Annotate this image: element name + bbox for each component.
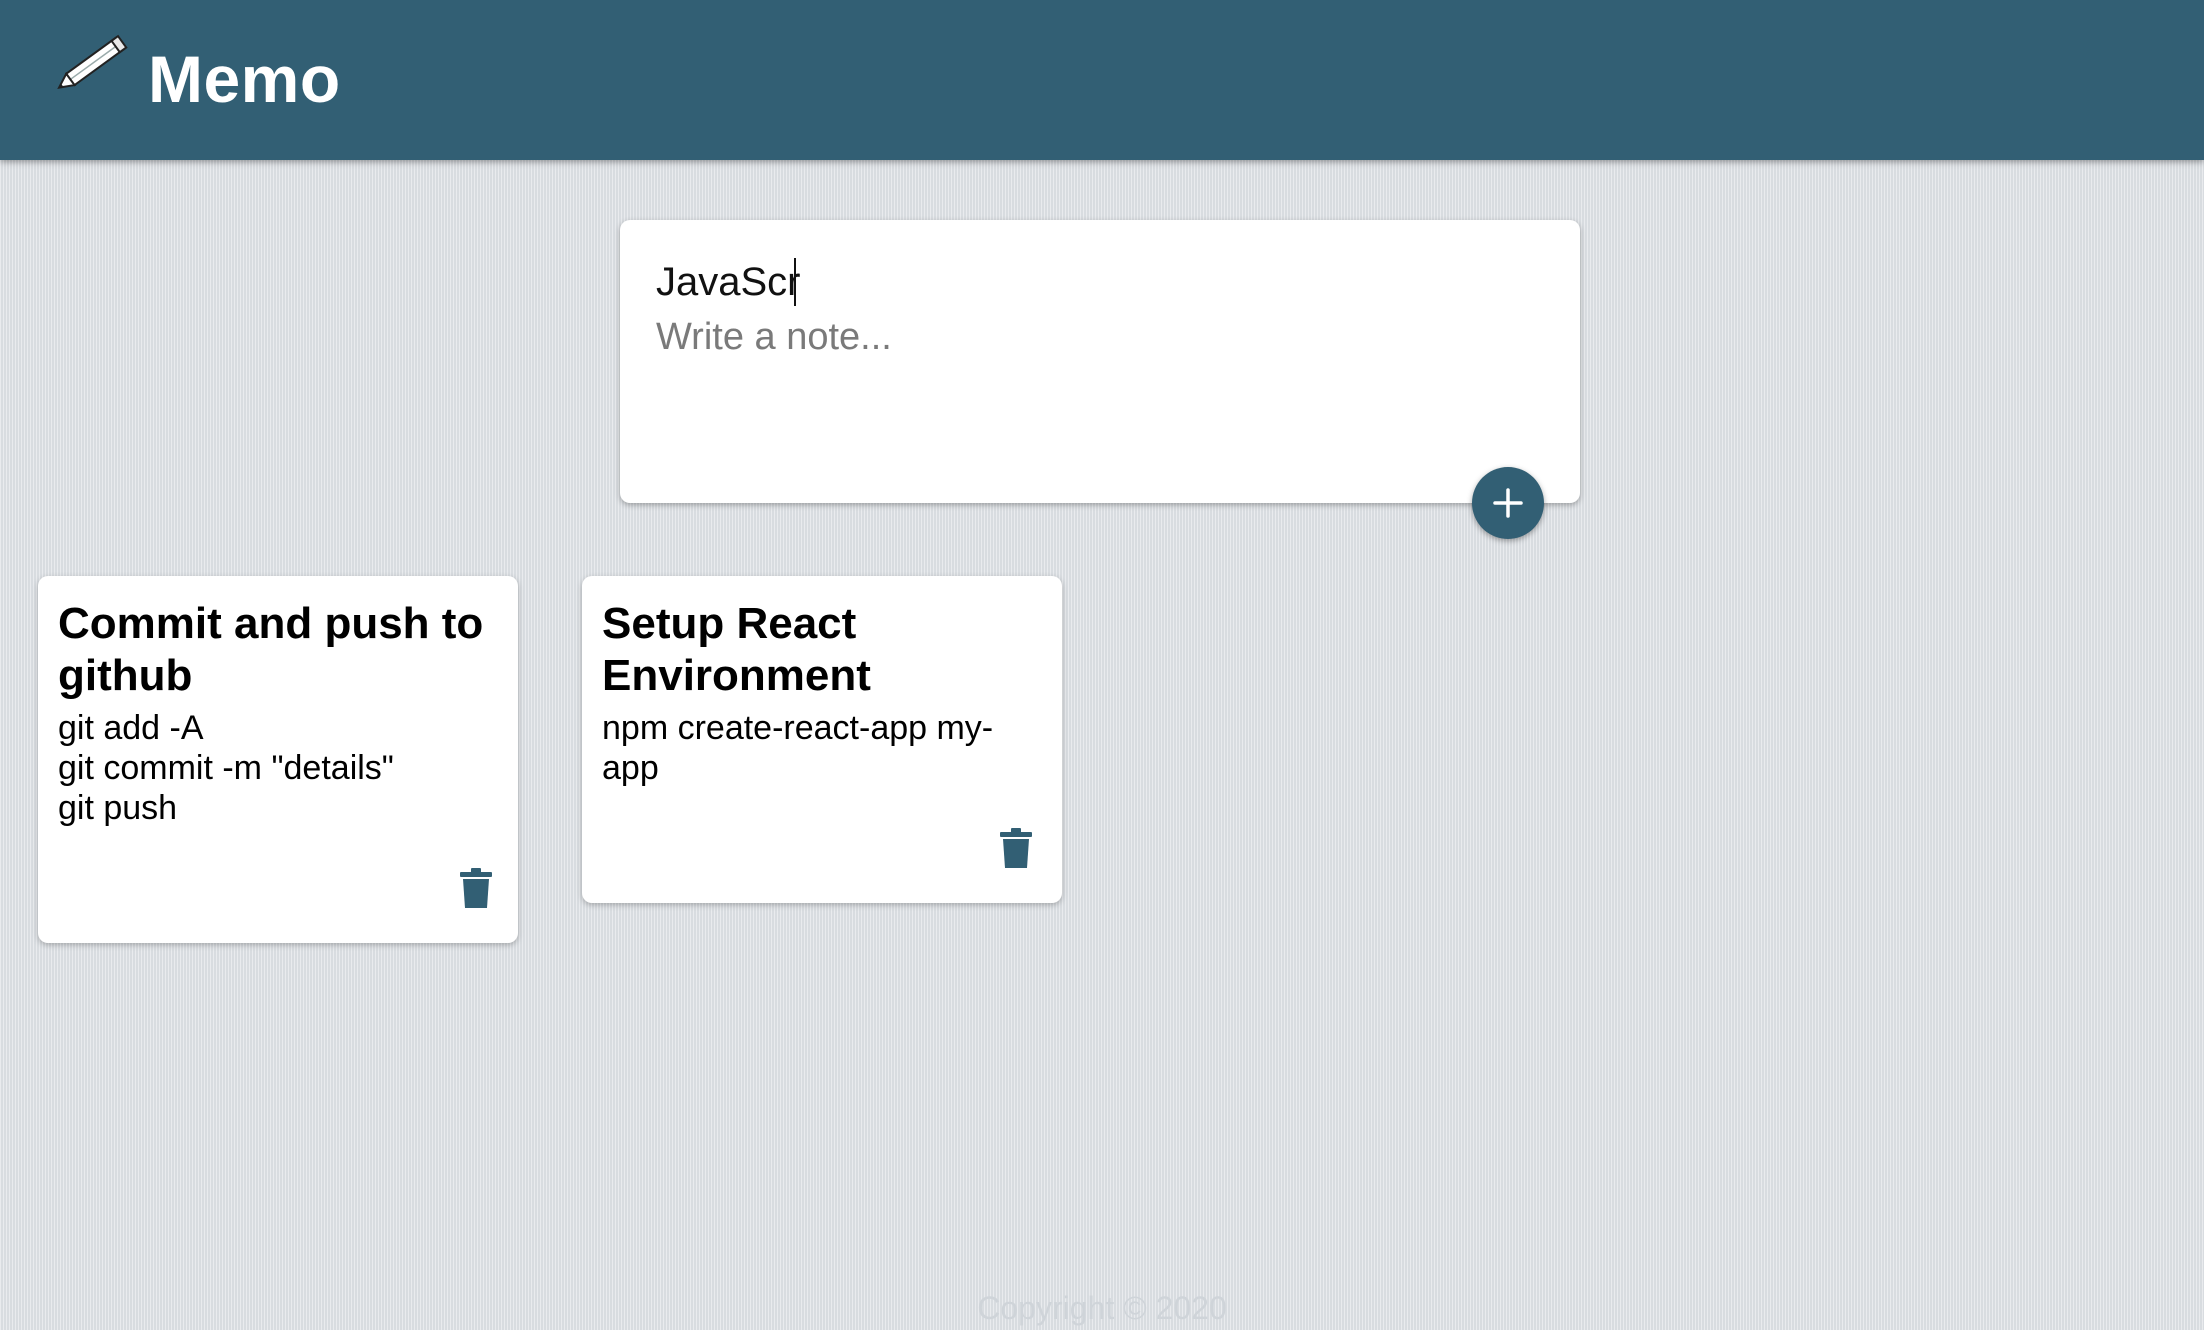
note-title-input[interactable] [656,254,1536,310]
app-title: Memo [148,42,341,116]
add-note-button[interactable] [1472,467,1544,539]
pencil-icon [57,34,128,89]
text-caret [794,258,796,306]
delete-note-button[interactable] [996,826,1036,870]
footer-copyright: Copyright © 2020 [977,1290,1227,1326]
note-card: Commit and push to github git add -A git… [38,576,518,943]
note-card: Setup React Environment npm create-react… [582,576,1062,903]
trash-icon [460,868,492,908]
trash-icon [1000,828,1032,868]
app-header: Memo [0,0,2204,160]
delete-note-button[interactable] [456,866,496,910]
note-content-textarea[interactable] [656,316,1536,456]
note-content: npm create-react-app my-app [602,709,994,787]
note-title: Commit and push to github [58,599,484,700]
note-content: git add -A git commit -m "details" git p… [58,709,394,827]
plus-icon [1493,488,1523,518]
note-title: Setup React Environment [602,599,871,700]
note-composer [620,220,1580,503]
